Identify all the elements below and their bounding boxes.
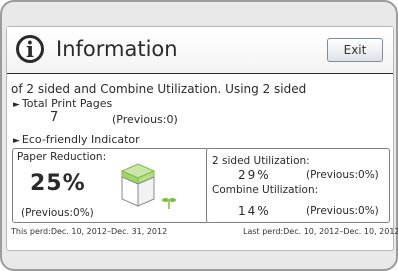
this-period-text: This perd:Dec. 10, 2012–Dec. 31, 2012 (11, 227, 168, 236)
combine-label: Combine Utilization: (212, 184, 319, 196)
combine-value: 14% (238, 204, 271, 218)
total-print-pages-label: Total Print Pages (21, 97, 113, 110)
paper-reduction-box: Paper Reduction: 25% (Previous:0%) (12, 148, 209, 223)
description-text: of 2 sided and Combine Utilization. Usin… (11, 82, 307, 96)
triangle-right-icon: ► (13, 136, 20, 146)
two-sided-value: 29% (238, 168, 271, 182)
total-print-pages-heading: ► Total Print Pages (13, 97, 112, 112)
header-bar: i Information Exit (7, 27, 393, 74)
eco-indicator-label: Eco-friendly Indicator (21, 133, 140, 146)
sprout-icon (162, 198, 176, 209)
last-period-text: Last perd:Dec. 10, 2012–Dec. 10, 2012 (243, 227, 398, 236)
two-sided-label: 2 sided Utilization: (212, 155, 310, 167)
information-panel: i Information Exit of 2 sided and Combin… (6, 26, 398, 251)
exit-button[interactable]: Exit (327, 38, 383, 62)
utilization-box: 2 sided Utilization: 29% (Previous:0%) C… (206, 148, 390, 223)
paper-reduction-label: Paper Reduction: (17, 151, 107, 163)
screen-frame: i Information Exit of 2 sided and Combin… (0, 0, 398, 271)
triangle-right-icon: ► (13, 100, 20, 110)
two-sided-previous: (Previous:0%) (306, 169, 379, 181)
info-icon: i (16, 35, 44, 63)
page-title: Information (56, 37, 178, 61)
total-print-pages-previous: (Previous:0) (112, 113, 178, 126)
paper-reduction-value: 25% (30, 171, 86, 196)
combine-previous: (Previous:0%) (306, 205, 379, 217)
total-print-pages-value: 7 (50, 110, 59, 125)
paper-reduction-previous: (Previous:0%) (21, 207, 94, 219)
paper-stack-icon (121, 163, 155, 207)
eco-indicator-heading: ► Eco-friendly Indicator (13, 133, 140, 148)
